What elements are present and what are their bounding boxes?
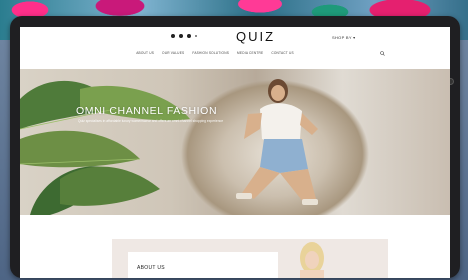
site-logo[interactable]: QUIZ bbox=[236, 29, 275, 44]
nav-item-our-values[interactable]: OUR VALUES bbox=[162, 51, 184, 59]
about-model-image bbox=[300, 242, 324, 278]
hero-title: OMNI CHANNEL FASHION bbox=[76, 105, 218, 117]
search-icon[interactable] bbox=[380, 51, 385, 56]
nav-item-fashion-solutions[interactable]: FASHION SOLUTIONS bbox=[192, 51, 229, 59]
website-screen: QUIZ SHOP BY ▾ ABOUT US OUR VALUES FASHI… bbox=[20, 27, 450, 278]
main-nav: ABOUT US OUR VALUES FASHION SOLUTIONS ME… bbox=[20, 51, 450, 59]
carousel-dot[interactable] bbox=[171, 34, 175, 38]
carousel-dot[interactable] bbox=[179, 34, 183, 38]
nav-item-contact-us[interactable]: CONTACT US bbox=[271, 51, 293, 59]
shop-by-dropdown[interactable]: SHOP BY ▾ bbox=[332, 35, 355, 40]
hero-plant-image bbox=[20, 80, 190, 215]
hero-banner: OMNI CHANNEL FASHION Quiz specialises in… bbox=[20, 69, 450, 215]
nav-item-media-centre[interactable]: MEDIA CENTRE bbox=[237, 51, 263, 59]
hero-subtitle: Quiz specialises in affordable luxury wo… bbox=[78, 119, 224, 123]
carousel-dot[interactable] bbox=[195, 35, 197, 37]
site-header: QUIZ SHOP BY ▾ ABOUT US OUR VALUES FASHI… bbox=[20, 27, 450, 61]
carousel-dots[interactable] bbox=[171, 34, 197, 38]
tablet-device: QUIZ SHOP BY ▾ ABOUT US OUR VALUES FASHI… bbox=[10, 16, 460, 278]
nav-item-about-us[interactable]: ABOUT US bbox=[136, 51, 154, 59]
about-title[interactable]: ABOUT US bbox=[137, 265, 165, 271]
hero-model-image bbox=[236, 79, 318, 205]
carousel-dot[interactable] bbox=[187, 34, 191, 38]
